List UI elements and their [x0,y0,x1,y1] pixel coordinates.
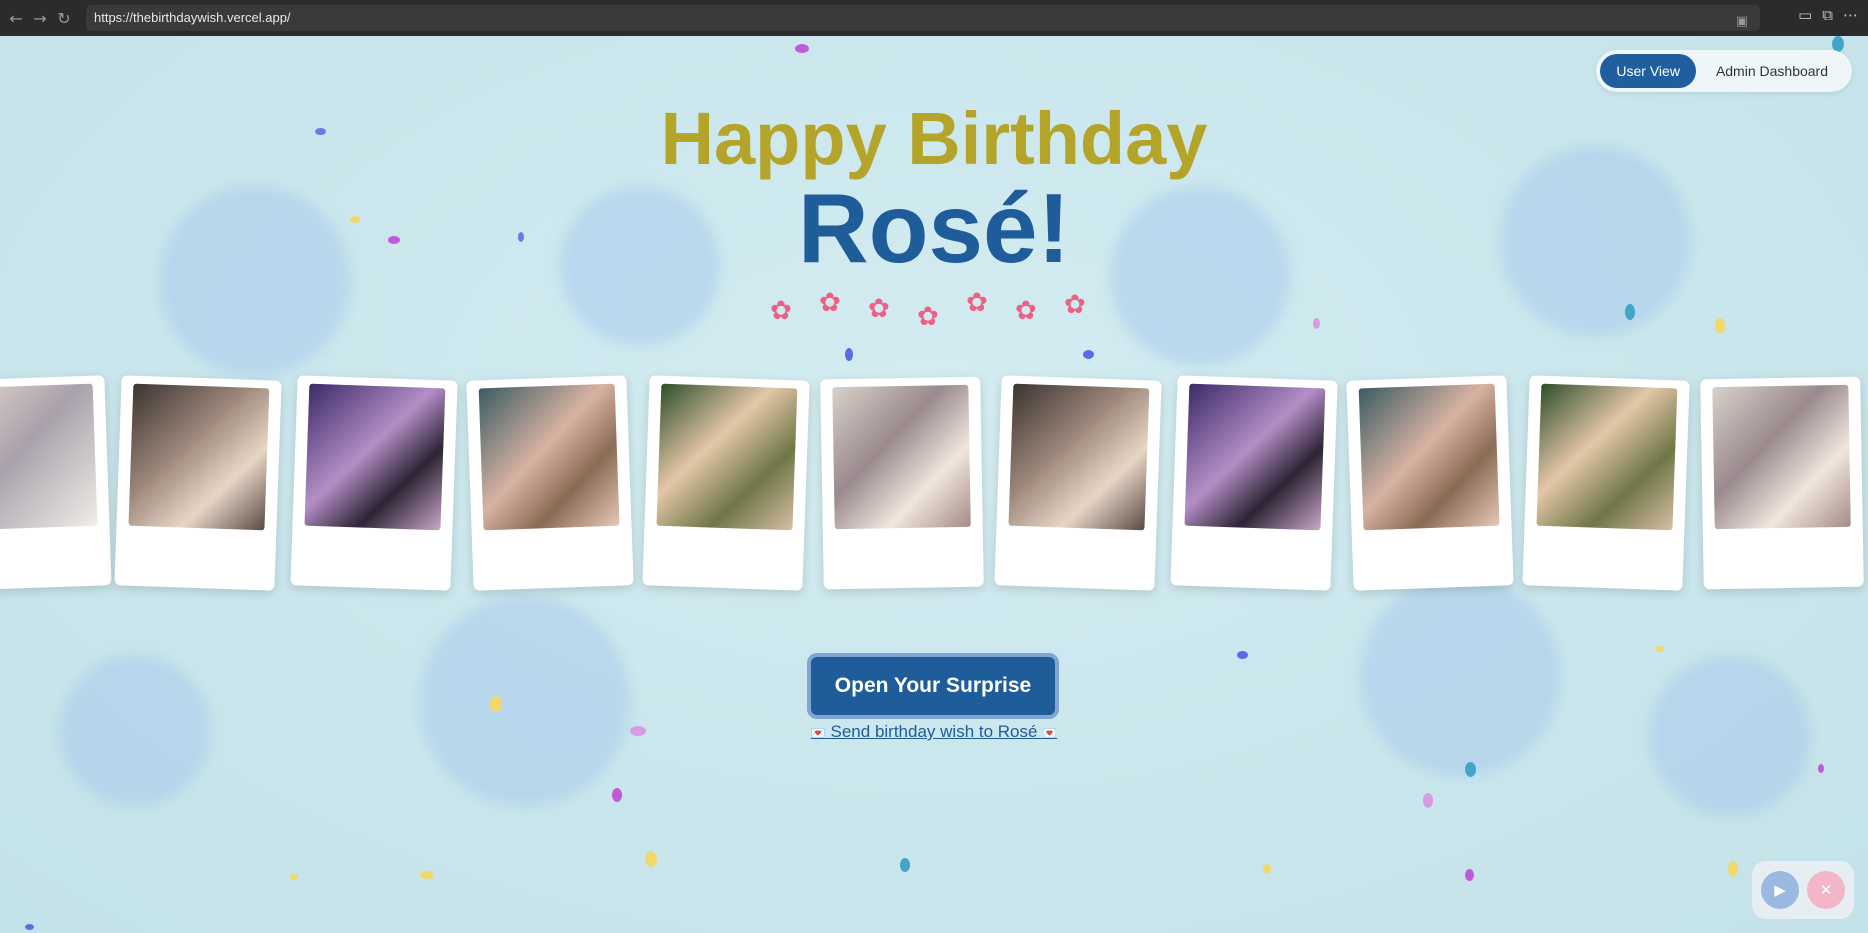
polaroid-photo [1184,383,1326,531]
polaroid-photo [304,383,446,531]
confetti-piece [290,874,298,880]
polaroid-photo [128,383,270,531]
send-wish-link[interactable]: 💌 Send birthday wish to Rosé 💌 [0,722,1868,742]
cherry-blossom-icon: ✿ [917,302,939,332]
split-screen-icon[interactable]: ▣ [1736,9,1748,35]
mute-icon[interactable]: ✕ [1807,871,1845,909]
browser-actions: ▭ ⧉ ⋯ [1798,6,1858,24]
polaroid-photo [1712,384,1851,530]
greeting-name: Rosé! [797,173,1071,283]
cherry-blossom-icon: ✿ [770,296,792,326]
polaroid-photo [1358,383,1500,531]
polaroid-card[interactable] [1700,376,1864,590]
confetti-piece [845,348,853,361]
confetti-piece [1818,764,1824,773]
send-wish-label: Send birthday wish to Rosé [830,722,1038,741]
confetti-piece [1313,318,1320,329]
confetti-piece [1423,793,1433,808]
confetti-piece [25,924,34,930]
url-text: https://thebirthdaywish.vercel.app/ [94,10,291,25]
polaroid-card[interactable] [114,375,282,591]
extensions-icon[interactable]: ⧉ [1822,6,1833,24]
polaroid-card[interactable] [820,376,984,590]
open-surprise-button[interactable]: Open Your Surprise [807,653,1059,719]
polaroid-card[interactable] [642,375,810,591]
media-controls: ▶ ✕ [1752,861,1854,919]
confetti-piece [1263,864,1271,874]
confetti-piece [612,788,622,802]
confetti-piece [795,44,809,53]
reload-icon[interactable]: ↻ [52,6,76,30]
heart-icon: 💌 [1042,726,1058,740]
confetti-piece [420,871,434,879]
birthday-page: User View Admin Dashboard Happy Birthday… [0,36,1868,933]
confetti-piece [900,858,910,872]
confetti-piece [1715,318,1725,334]
polaroid-photo [656,383,798,531]
more-menu-icon[interactable]: ⋯ [1843,6,1858,24]
back-arrow-icon[interactable]: ← [4,6,28,30]
cherry-blossom-icon: ✿ [1015,296,1037,326]
polaroid-card[interactable] [994,375,1162,591]
greeting-line-1: Happy Birthday [660,97,1208,180]
confetti-piece [490,696,502,712]
confetti-piece [1625,304,1635,320]
view-toggle: User View Admin Dashboard [1596,50,1852,92]
flower-row: ✿ ✿ ✿ ✿ ✿ ✿ ✿ [770,288,1100,338]
confetti-piece [1465,762,1476,777]
confetti-piece [645,851,657,867]
background-balloon [1360,576,1560,776]
confetti-piece [1465,869,1474,881]
cherry-blossom-icon: ✿ [868,294,890,324]
polaroid-card[interactable] [1522,375,1690,591]
confetti-piece [1083,350,1094,359]
cherry-blossom-icon: ✿ [966,288,988,318]
polaroid-photo [1536,383,1678,531]
cherry-blossom-icon: ✿ [819,288,841,318]
user-view-button[interactable]: User View [1600,54,1696,88]
address-bar[interactable]: https://thebirthdaywish.vercel.app/ ▣ [86,5,1760,31]
polaroid-card[interactable] [466,375,634,591]
polaroid-card[interactable] [0,375,112,591]
cherry-blossom-icon: ✿ [1064,290,1086,320]
forward-arrow-icon[interactable]: → [28,6,52,30]
polaroid-card[interactable] [1170,375,1338,591]
admin-dashboard-button[interactable]: Admin Dashboard [1696,54,1848,88]
confetti-piece [1655,646,1664,652]
polaroid-card[interactable] [290,375,458,591]
cast-icon[interactable]: ▭ [1798,6,1812,24]
polaroid-photo [0,383,98,531]
polaroid-photo [478,383,620,531]
confetti-piece [1237,651,1248,659]
polaroid-photo [832,384,971,530]
browser-toolbar: ← → ↻ https://thebirthdaywish.vercel.app… [0,0,1868,36]
heart-icon: 💌 [810,726,826,740]
background-balloon [420,596,630,806]
polaroid-photo [1008,383,1150,531]
play-icon[interactable]: ▶ [1761,871,1799,909]
polaroid-card[interactable] [1346,375,1514,591]
confetti-piece [1728,861,1738,877]
